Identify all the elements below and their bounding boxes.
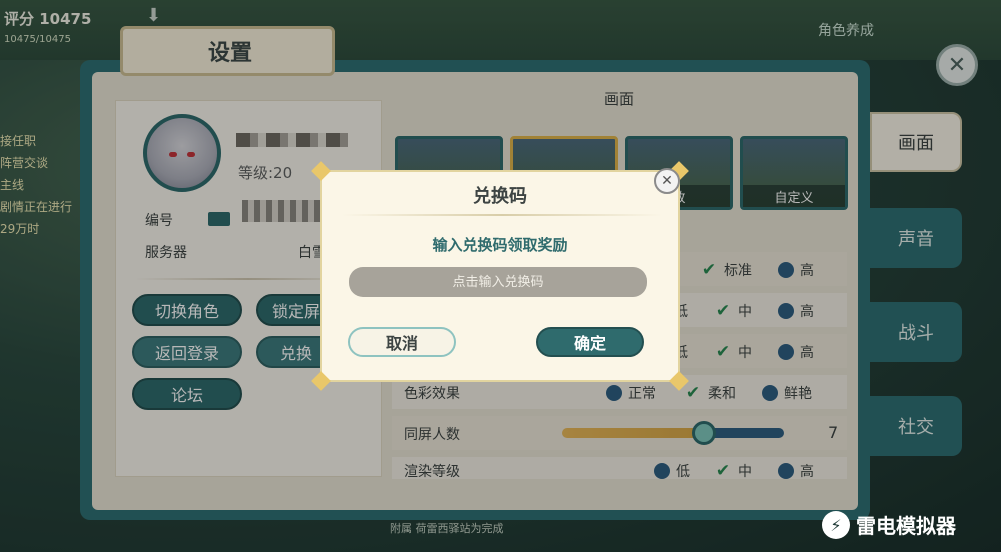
redeem-code-dialog: 兑换码 ✕ 输入兑换码领取奖励 取消 确定 — [311, 161, 689, 391]
dialog-title: 兑换码 — [473, 186, 527, 207]
dialog-divider — [342, 214, 662, 216]
dialog-subtitle: 输入兑换码领取奖励 — [432, 236, 568, 254]
emulator-watermark: 雷电模拟器 — [856, 514, 956, 538]
close-icon[interactable]: ✕ — [654, 168, 680, 194]
redeem-code-input[interactable] — [349, 267, 647, 297]
emulator-logo-icon: ⚡ — [822, 511, 850, 539]
cancel-button[interactable]: 取消 — [348, 327, 456, 357]
confirm-button[interactable]: 确定 — [536, 327, 644, 357]
